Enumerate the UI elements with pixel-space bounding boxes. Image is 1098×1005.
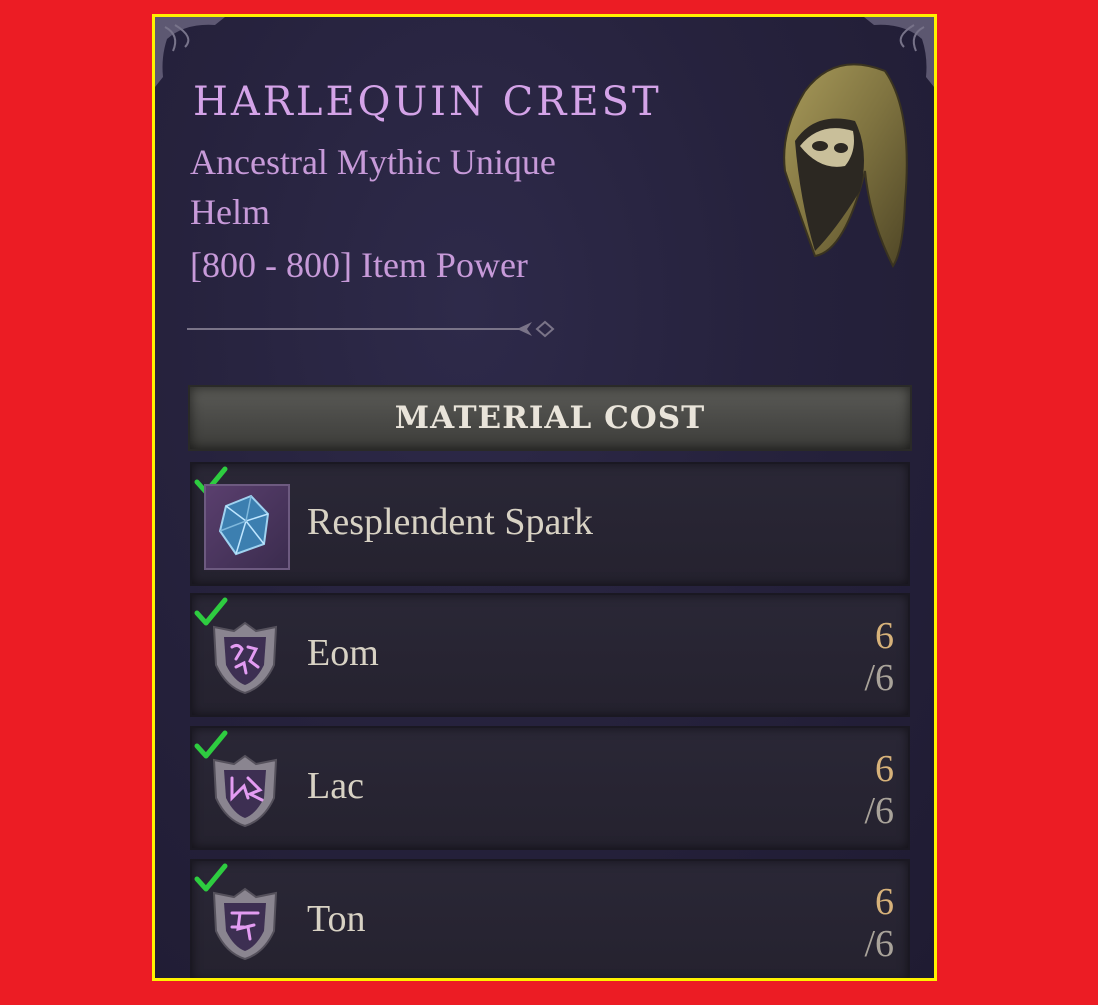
helm-item-icon (783, 63, 908, 268)
item-tooltip-panel: HARLEQUIN CREST Ancestral Mythic Unique … (152, 14, 937, 981)
item-power: [800 - 800] Item Power (190, 245, 528, 285)
material-count: 6 /6 (864, 748, 894, 832)
material-cost-label: MATERIAL COST (394, 400, 706, 436)
material-cost-header: MATERIAL COST (188, 385, 912, 451)
material-name: Ton (307, 898, 366, 940)
material-name: Lac (307, 765, 364, 807)
material-row-resplendent-spark: Resplendent Spark (190, 462, 910, 586)
material-have: 6 (875, 881, 894, 923)
section-divider (187, 320, 555, 338)
material-row-eom: Eom 6 /6 (190, 593, 910, 717)
material-need: /6 (864, 923, 894, 965)
eom-rune-icon (212, 621, 278, 695)
material-need: /6 (864, 790, 894, 832)
material-row-ton: Ton 6 /6 (190, 859, 910, 978)
lac-rune-icon (212, 754, 278, 828)
material-count: 6 /6 (864, 881, 894, 965)
material-name: Eom (307, 632, 379, 674)
ton-rune-icon (212, 887, 278, 961)
material-name: Resplendent Spark (307, 501, 594, 543)
item-name: HARLEQUIN CREST (193, 79, 662, 125)
material-have: 6 (875, 748, 894, 790)
material-count: 6 /6 (864, 615, 894, 699)
material-row-lac: Lac 6 /6 (190, 726, 910, 850)
material-have: 6 (875, 615, 894, 657)
item-rarity: Ancestral Mythic Unique (190, 142, 556, 182)
resplendent-spark-icon (204, 484, 290, 570)
material-need: /6 (864, 657, 894, 699)
corner-ornament-left (155, 17, 225, 87)
item-slot: Helm (190, 192, 270, 232)
